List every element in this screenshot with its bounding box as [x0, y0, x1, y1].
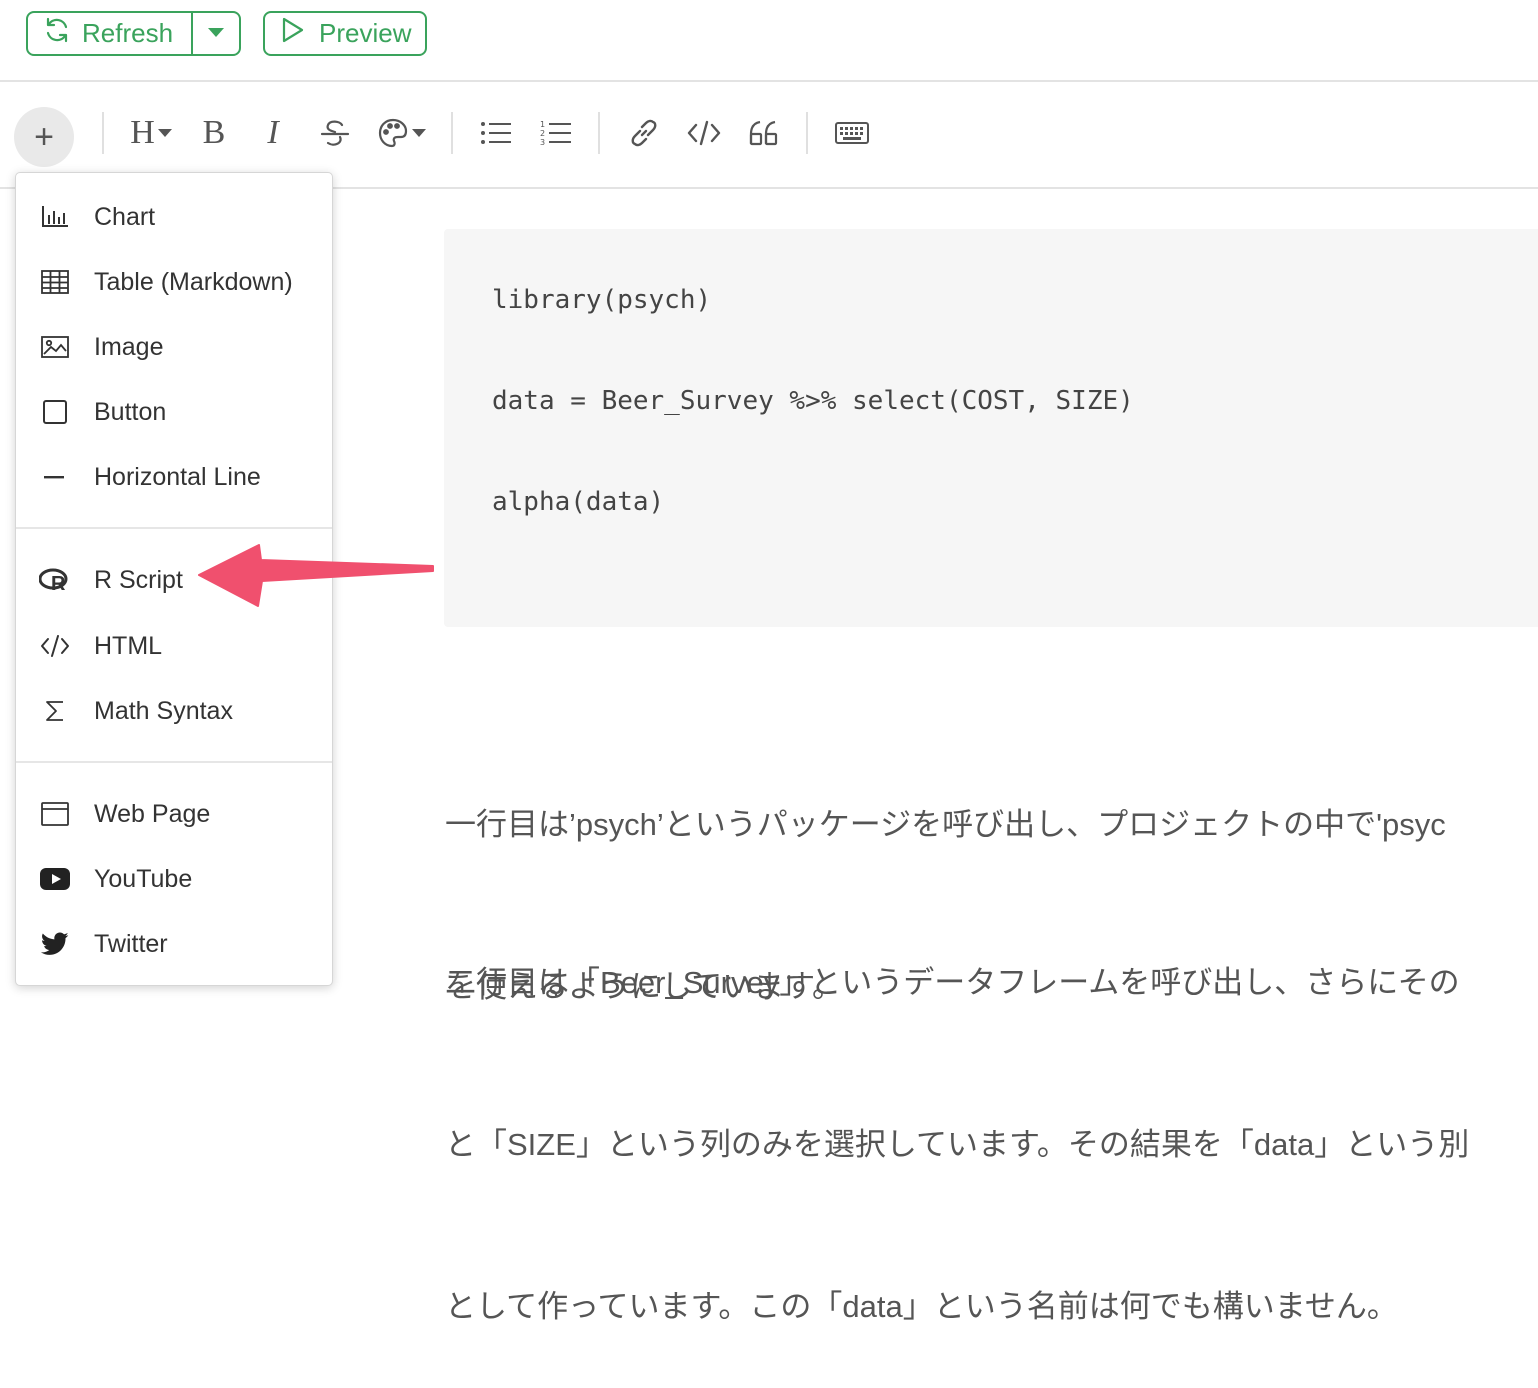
link-button[interactable] [626, 112, 662, 154]
code-icon [16, 634, 94, 658]
code-line: alpha(data) [492, 487, 665, 517]
sigma-icon [16, 699, 94, 723]
italic-icon: I [267, 114, 279, 151]
svg-text:1: 1 [540, 120, 545, 129]
strikethrough-button[interactable] [318, 112, 352, 154]
numbered-list-icon: 1 2 3 [540, 120, 571, 147]
menu-item-math-syntax[interactable]: Math Syntax [16, 685, 332, 737]
refresh-label: Refresh [82, 18, 174, 48]
bullet-list-icon [481, 122, 511, 144]
svg-text:R: R [51, 573, 66, 592]
svg-text:3: 3 [540, 138, 545, 147]
paragraph-line: と「SIZE」という列のみを選択しています。その結果を「data」という別 [445, 1127, 1470, 1162]
menu-item-label: Image [94, 332, 164, 361]
caret-down-icon [157, 128, 172, 137]
menu-item-label: YouTube [94, 864, 193, 893]
code-button[interactable] [685, 112, 723, 154]
strikethrough-icon [320, 120, 350, 146]
keyboard-icon [835, 122, 869, 144]
toolbar-divider [598, 112, 600, 154]
insert-menu: Chart Table (Markdown) Image Button Hori… [15, 172, 333, 986]
play-icon [281, 17, 305, 50]
color-button[interactable] [375, 112, 427, 154]
menu-item-r-script[interactable]: R R Script [16, 554, 332, 606]
top-bar: Refresh Preview [0, 0, 1538, 82]
menu-item-chart[interactable]: Chart [16, 191, 332, 243]
quote-button[interactable] [746, 112, 782, 154]
menu-item-html[interactable]: HTML [16, 620, 332, 672]
menu-item-label: Button [94, 397, 167, 426]
refresh-button[interactable]: Refresh [28, 13, 193, 54]
bold-button[interactable]: B [197, 112, 231, 154]
menu-item-youtube[interactable]: YouTube [16, 853, 332, 905]
menu-item-label: Chart [94, 202, 156, 231]
menu-item-label: Twitter [94, 929, 168, 958]
quote-icon [749, 120, 778, 146]
minus-icon [16, 475, 94, 479]
link-icon [631, 119, 657, 147]
code-line: library(psych) [492, 285, 712, 315]
menu-item-image[interactable]: Image [16, 321, 332, 373]
toolbar-divider [806, 112, 808, 154]
caret-down-icon [208, 25, 224, 43]
code-line: data = Beer_Survey %>% select(COST, SIZE… [492, 386, 1134, 416]
menu-item-label: Web Page [94, 799, 211, 828]
browser-window-icon [16, 802, 94, 826]
menu-item-twitter[interactable]: Twitter [16, 918, 332, 970]
preview-label: Preview [319, 18, 412, 48]
paragraph-line: 二行目は「Beer_Survey」というデータフレームを呼び出し、さらにその [445, 965, 1460, 1000]
preview-button[interactable]: Preview [263, 11, 427, 56]
bullet-list-button[interactable] [478, 112, 514, 154]
image-icon [16, 336, 94, 358]
code-icon [687, 120, 721, 146]
toolbar-divider [451, 112, 453, 154]
svg-text:2: 2 [540, 129, 545, 138]
caret-down-icon [411, 128, 426, 137]
insert-plus-button[interactable]: + [14, 107, 74, 167]
paragraph-2: 二行目は「Beer_Survey」というデータフレームを呼び出し、さらにその と… [445, 848, 1469, 1388]
refresh-button-group: Refresh [26, 11, 241, 56]
color-palette-icon [378, 118, 407, 148]
heading-button[interactable]: H [126, 112, 176, 154]
numbered-list-button[interactable]: 1 2 3 [538, 112, 574, 154]
menu-divider [16, 761, 332, 763]
menu-item-web-page[interactable]: Web Page [16, 788, 332, 840]
paragraph-line: として作っています。この「data」という名前は何でも構いません。 [445, 1289, 1398, 1324]
menu-item-label: HTML [94, 631, 163, 660]
r-logo-icon: R [16, 568, 94, 592]
toolbar-divider [102, 112, 104, 154]
menu-item-label: Math Syntax [94, 696, 233, 725]
twitter-icon [16, 932, 94, 956]
menu-item-button[interactable]: Button [16, 386, 332, 438]
keyboard-shortcuts-button[interactable] [834, 112, 870, 154]
code-block[interactable]: library(psych) data = Beer_Survey %>% se… [444, 229, 1538, 627]
square-icon [16, 400, 94, 424]
bar-chart-icon [16, 206, 94, 228]
refresh-icon [44, 17, 70, 50]
plus-icon: + [34, 117, 54, 156]
italic-button[interactable]: I [258, 112, 288, 154]
youtube-icon [16, 868, 94, 890]
refresh-dropdown-button[interactable] [193, 13, 239, 54]
menu-item-label: R Script [94, 565, 183, 594]
heading-icon: H [130, 114, 155, 151]
menu-item-horizontal-line[interactable]: Horizontal Line [16, 451, 332, 503]
paragraph-line: 一行目は’psych’というパッケージを呼び出し、プロジェクトの中で'psyc [445, 807, 1446, 842]
table-icon [16, 270, 94, 294]
menu-item-table[interactable]: Table (Markdown) [16, 256, 332, 308]
menu-item-label: Table (Markdown) [94, 267, 293, 296]
menu-item-label: Horizontal Line [94, 462, 261, 491]
bold-icon: B [202, 114, 226, 151]
menu-divider [16, 527, 332, 529]
